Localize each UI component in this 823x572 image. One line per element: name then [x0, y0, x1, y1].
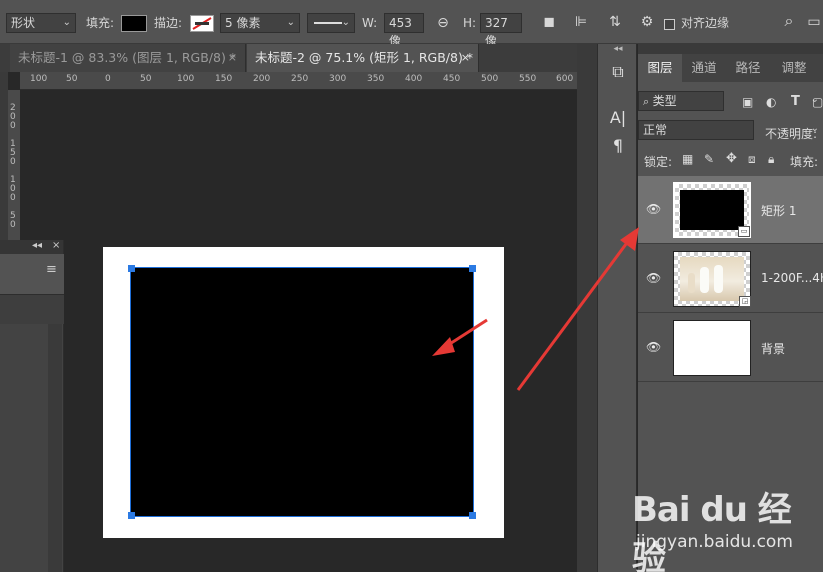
arrow-to-canvas — [432, 318, 488, 356]
baidu-logo: Bai du 经验 — [632, 490, 792, 572]
watermark-url: jingyan.baidu.com — [636, 532, 793, 552]
baidu-watermark: Bai du 经验 jingyan.baidu.com — [632, 482, 823, 572]
arrow-to-layer — [516, 227, 639, 391]
